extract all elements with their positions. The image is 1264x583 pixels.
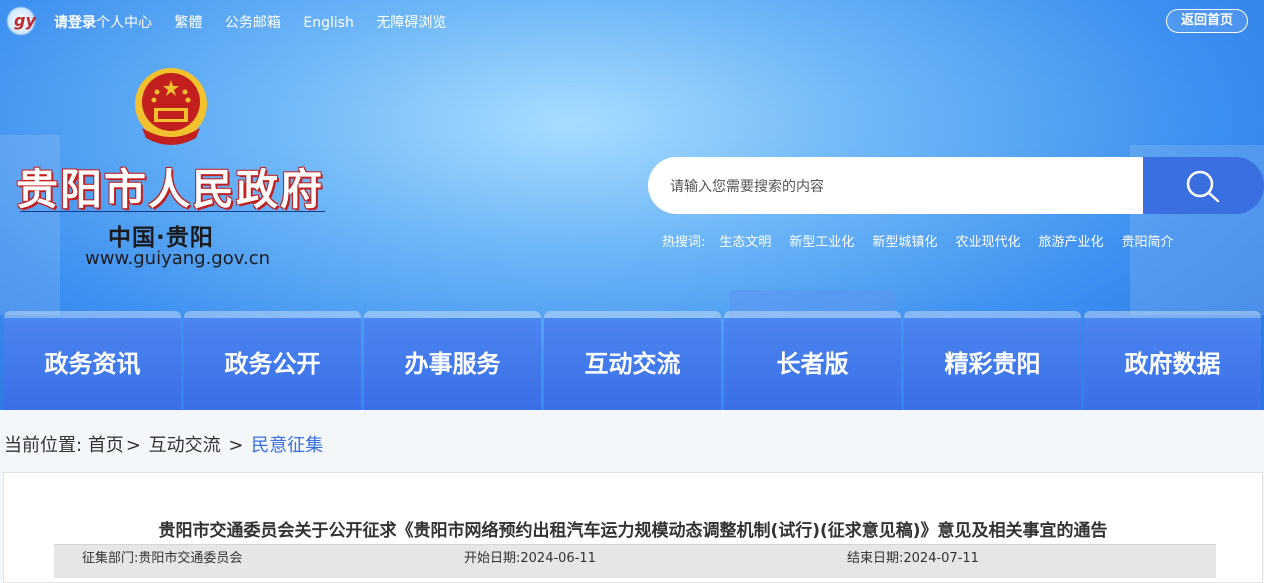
email-link[interactable]: 公务邮箱: [225, 15, 281, 31]
top-bar: gy 请登录个人中心 繁體 公务邮箱 English 无障碍浏览 返回首页: [0, 0, 1264, 42]
site-url: www.guiyang.gov.cn: [85, 248, 270, 269]
hot-word-link[interactable]: 农业现代化: [955, 235, 1020, 250]
nav-item-public-affairs[interactable]: 政务公开: [184, 318, 361, 410]
site-title: 贵阳市人民政府: [16, 156, 326, 217]
site-logo-icon[interactable]: gy: [6, 6, 36, 36]
article-meta: 征集部门:贵阳市交通委员会 开始日期:2024-06-11 结束日期:2024-…: [54, 544, 1216, 578]
article-panel: 贵阳市交通委员会关于公开征求《贵阳市网络预约出租汽车运力规模动态调整机制(试行)…: [3, 472, 1263, 583]
end-date-info: 结束日期:2024-07-11: [847, 547, 979, 566]
accessible-link[interactable]: 无障碍浏览: [376, 15, 446, 31]
search-box: [648, 157, 1148, 214]
search-icon: [1185, 169, 1221, 203]
nav-item-elder[interactable]: 长者版: [724, 318, 901, 410]
hot-word-link[interactable]: 新型城镇化: [872, 235, 937, 250]
english-link[interactable]: English: [303, 15, 354, 31]
hot-word-link[interactable]: 新型工业化: [789, 235, 854, 250]
end-date-label: 结束日期:: [847, 551, 903, 566]
breadcrumb-separator: >: [228, 435, 243, 456]
hot-search-label: 热搜词:: [662, 235, 705, 250]
breadcrumb-prefix: 当前位置:: [4, 435, 82, 456]
personal-center-link[interactable]: 个人中心: [96, 15, 152, 31]
start-date-info: 开始日期:2024-06-11: [464, 547, 596, 566]
search-button[interactable]: [1143, 157, 1264, 214]
start-date-label: 开始日期:: [464, 551, 520, 566]
nav-item-interaction[interactable]: 互动交流: [544, 318, 721, 410]
dept-info: 征集部门:贵阳市交通委员会: [82, 547, 242, 566]
breadcrumb-current[interactable]: 民意征集: [251, 435, 323, 456]
hot-word-link[interactable]: 生态文明: [719, 235, 771, 250]
nav-item-services[interactable]: 办事服务: [364, 318, 541, 410]
breadcrumb-separator: >: [126, 435, 141, 456]
traditional-chinese-link[interactable]: 繁體: [174, 15, 202, 31]
breadcrumb-parent[interactable]: 互动交流: [149, 435, 221, 456]
end-date-value: 2024-07-11: [903, 551, 979, 566]
site-subtitle: 中国·贵阳: [108, 218, 214, 252]
title-divider: [20, 211, 325, 212]
search-input[interactable]: [668, 157, 1132, 216]
home-button[interactable]: 返回首页: [1166, 9, 1248, 33]
nav-item-guiyang[interactable]: 精彩贵阳: [904, 318, 1081, 410]
dept-value: 贵阳市交通委员会: [138, 551, 242, 566]
breadcrumb: 当前位置: 首页> 互动交流 > 民意征集: [4, 431, 323, 457]
start-date-value: 2024-06-11: [520, 551, 596, 566]
main-nav: 政务资讯 政务公开 办事服务 互动交流 长者版 精彩贵阳 政府数据: [0, 318, 1264, 410]
hot-search-words: 热搜词: 生态文明 新型工业化 新型城镇化 农业现代化 旅游产业化 贵阳简介: [662, 231, 1191, 250]
hot-word-link[interactable]: 贵阳简介: [1121, 235, 1173, 250]
login-link[interactable]: 请登录: [54, 15, 96, 31]
national-emblem-icon: [132, 66, 210, 148]
nav-item-data[interactable]: 政府数据: [1084, 318, 1261, 410]
header-banner: gy 请登录个人中心 繁體 公务邮箱 English 无障碍浏览 返回首页 贵阳…: [0, 0, 1264, 410]
nav-item-news[interactable]: 政务资讯: [4, 318, 181, 410]
hot-word-link[interactable]: 旅游产业化: [1038, 235, 1103, 250]
article-title: 贵阳市交通委员会关于公开征求《贵阳市网络预约出租汽车运力规模动态调整机制(试行)…: [4, 516, 1262, 541]
dept-label: 征集部门:: [82, 551, 138, 566]
breadcrumb-home[interactable]: 首页: [88, 435, 124, 456]
